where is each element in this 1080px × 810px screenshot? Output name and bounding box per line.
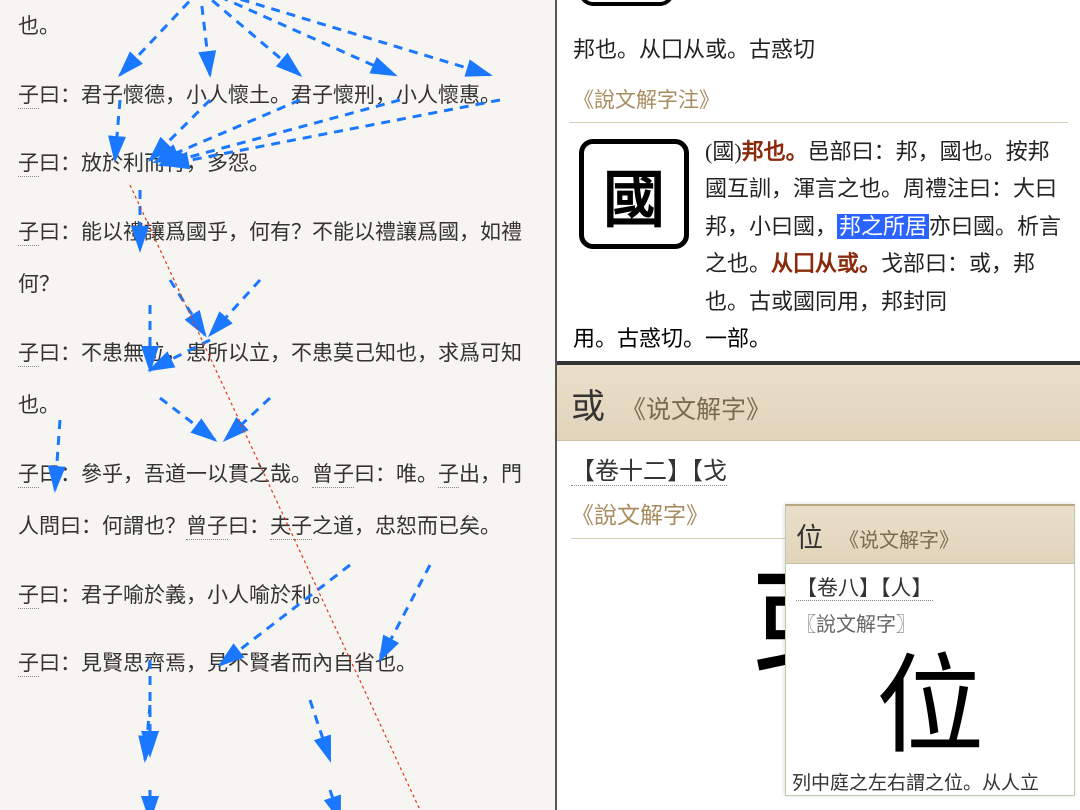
panel-header: 或 《说文解字》: [557, 365, 1080, 441]
text-line[interactable]: 子曰：參乎，吾道一以貫之哉。曾子曰：唯。子出，門人問曰：何謂也？曾子曰：夫子之道…: [18, 448, 537, 553]
definition-text: 邦也。从囗从或。古惑切: [573, 32, 1068, 64]
text-line[interactable]: 也。: [18, 0, 537, 53]
text-line[interactable]: 子曰：不患無位，患所以立，不患莫己知也，求爲可知也。: [18, 327, 537, 432]
text-line[interactable]: 子曰：放於利而行，多怨。: [18, 137, 537, 190]
source-label: 《说文解字》: [839, 530, 959, 552]
source-label: 《说文解字》: [621, 397, 771, 424]
commentary-tail: 用。古惑切。一部。: [569, 320, 1068, 361]
dict-entry-guo[interactable]: 國 邦也。从囗从或。古惑切 《說文解字注》 國 (國)邦也。邑部曰：邦，國也。按…: [557, 0, 1080, 361]
headword: 位: [796, 523, 823, 553]
volume-line: 【卷八】【人】: [786, 564, 1074, 604]
panel-header: 位 《说文解字》: [786, 506, 1074, 564]
text-line[interactable]: 子曰：能以禮讓爲國乎，何有？不能以禮讓爲國，如禮何？: [18, 206, 537, 311]
headword: 或: [571, 389, 605, 426]
dict-entry-wei-popup[interactable]: 位 《说文解字》 【卷八】【人】 〖說文解字〗 位 列中庭之左右謂之位。从人立: [785, 504, 1075, 796]
seal-glyph-large: 位: [786, 645, 1074, 764]
text-line[interactable]: 子曰：見賢思齊焉，見不賢者而內自省也。: [18, 637, 537, 690]
book-title: 〖說文解字〗: [786, 608, 1074, 645]
seal-glyph-icon: 國: [579, 0, 674, 6]
text-line[interactable]: 子曰：君子懷德，小人懷土。君子懷刑，小人懷惠。: [18, 69, 537, 122]
seal-glyph-icon: 國: [579, 139, 689, 249]
commentary-title: 《說文解字注》: [569, 78, 1068, 123]
volume-line: 【卷十二】【戈: [571, 451, 1066, 486]
definition-tail: 列中庭之左右謂之位。从人立: [786, 764, 1074, 795]
text-line[interactable]: 子曰：君子喻於義，小人喻於利。: [18, 569, 537, 622]
analects-text-pane[interactable]: 也。 子曰：君子懷德，小人懷土。君子懷刑，小人懷惠。 子曰：放於利而行，多怨。 …: [0, 0, 555, 810]
commentary-text: (國)邦也。邑部曰：邦，國也。按邦國互訓，渾言之也。周禮注曰：大曰邦，小曰國，邦…: [705, 133, 1068, 320]
